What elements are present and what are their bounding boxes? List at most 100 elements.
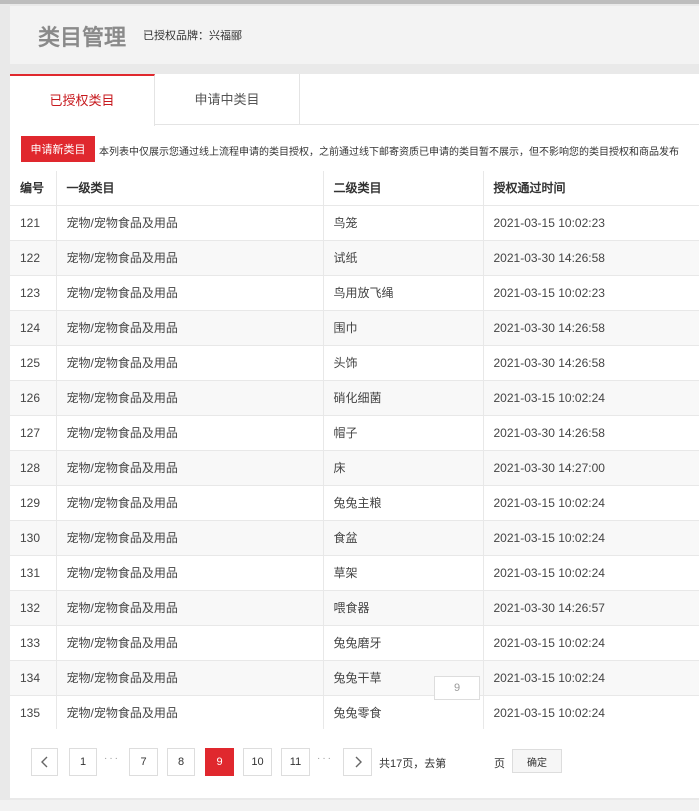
cell-level2: 鸟笼 <box>323 205 484 241</box>
cell-level2: 围巾 <box>323 310 484 346</box>
category-table: 编号 一级类目 二级类目 授权通过时间 121 宠物/宠物食品及用品 鸟笼 2021-… <box>10 171 699 731</box>
table-row: 132 宠物/宠物食品及用品 喂食器 2021-03-30 14:26:57 <box>10 590 699 626</box>
authorized-brand-label: 已授权品牌：兴福郦 <box>143 30 242 42</box>
table-row: 133 宠物/宠物食品及用品 兔兔磨牙 2021-03-15 10:02:24 <box>10 625 699 661</box>
table-row: 126 宠物/宠物食品及用品 硝化细菌 2021-03-15 10:02:24 <box>10 380 699 416</box>
cell-id: 135 <box>10 695 57 731</box>
cell-level2: 草架 <box>323 555 484 591</box>
column-header-id: 编号 <box>10 171 57 206</box>
table-row: 122 宠物/宠物食品及用品 试纸 2021-03-30 14:26:58 <box>10 240 699 276</box>
cell-id: 132 <box>10 590 57 626</box>
cell-level1: 宠物/宠物食品及用品 <box>56 695 324 731</box>
cell-level2: 试纸 <box>323 240 484 276</box>
page-button-7[interactable]: 7 <box>129 748 158 776</box>
table-row: 134 宠物/宠物食品及用品 兔兔干草 2021-03-15 10:02:24 <box>10 660 699 696</box>
pagination-ellipsis: ··· <box>104 753 120 764</box>
column-header-level2: 二级类目 <box>323 171 484 206</box>
table-body: 121 宠物/宠物食品及用品 鸟笼 2021-03-15 10:02:23 122 宠物/… <box>10 205 699 731</box>
cell-time: 2021-03-15 10:02:24 <box>483 660 699 696</box>
cell-level2: 鸟用放飞绳 <box>323 275 484 311</box>
chevron-right-icon <box>355 756 362 768</box>
table-row: 124 宠物/宠物食品及用品 围巾 2021-03-30 14:26:58 <box>10 310 699 346</box>
tab-pending-categories[interactable]: 申请中类目 <box>155 74 300 125</box>
pagination: 1 ··· 7 8 9 10 11 ··· 共17页，去第 页 确定 <box>10 729 699 789</box>
cell-level2: 食盆 <box>323 520 484 556</box>
cell-level1: 宠物/宠物食品及用品 <box>56 310 324 346</box>
cell-time: 2021-03-15 10:02:24 <box>483 625 699 661</box>
goto-page-input[interactable] <box>434 676 480 700</box>
cell-id: 123 <box>10 275 57 311</box>
table-row: 127 宠物/宠物食品及用品 帽子 2021-03-30 14:26:58 <box>10 415 699 451</box>
table-row: 130 宠物/宠物食品及用品 食盆 2021-03-15 10:02:24 <box>10 520 699 556</box>
table-row: 123 宠物/宠物食品及用品 鸟用放飞绳 2021-03-15 10:02:23 <box>10 275 699 311</box>
cell-level1: 宠物/宠物食品及用品 <box>56 450 324 486</box>
cell-time: 2021-03-15 10:02:23 <box>483 205 699 241</box>
cell-time: 2021-03-30 14:26:57 <box>483 590 699 626</box>
cell-level2: 兔兔主粮 <box>323 485 484 521</box>
chevron-left-icon <box>41 756 48 768</box>
table-row: 121 宠物/宠物食品及用品 鸟笼 2021-03-15 10:02:23 <box>10 205 699 241</box>
cell-id: 131 <box>10 555 57 591</box>
top-border <box>0 0 699 4</box>
next-page-button[interactable] <box>343 748 372 776</box>
page-button-1[interactable]: 1 <box>69 748 97 776</box>
cell-time: 2021-03-30 14:27:00 <box>483 450 699 486</box>
cell-level1: 宠物/宠物食品及用品 <box>56 415 324 451</box>
bottom-border <box>0 800 699 811</box>
cell-level2: 兔兔磨牙 <box>323 625 484 661</box>
cell-level1: 宠物/宠物食品及用品 <box>56 555 324 591</box>
toolbar: 申请新类目 本列表中仅展示您通过线上流程申请的类目授权，之前通过线下邮寄资质已申… <box>10 134 699 164</box>
total-pages-text: 共17页，去第 <box>379 758 447 770</box>
pagination-ellipsis: ··· <box>317 753 333 764</box>
cell-id: 128 <box>10 450 57 486</box>
cell-id: 133 <box>10 625 57 661</box>
cell-time: 2021-03-30 14:26:58 <box>483 240 699 276</box>
cell-level2: 兔兔零食 <box>323 695 484 731</box>
cell-level2: 硝化细菌 <box>323 380 484 416</box>
cell-time: 2021-03-15 10:02:23 <box>483 275 699 311</box>
column-header-time: 授权通过时间 <box>483 171 699 206</box>
page-button-8[interactable]: 8 <box>167 748 195 776</box>
page-header: 类目管理 已授权品牌：兴福郦 <box>10 6 699 64</box>
cell-id: 130 <box>10 520 57 556</box>
cell-level2: 床 <box>323 450 484 486</box>
prev-page-button[interactable] <box>31 748 58 776</box>
cell-level2: 喂食器 <box>323 590 484 626</box>
cell-id: 122 <box>10 240 57 276</box>
cell-time: 2021-03-30 14:26:58 <box>483 415 699 451</box>
confirm-goto-button[interactable]: 确定 <box>512 749 562 773</box>
table-row: 129 宠物/宠物食品及用品 兔兔主粮 2021-03-15 10:02:24 <box>10 485 699 521</box>
apply-new-category-button[interactable]: 申请新类目 <box>21 136 95 162</box>
cell-time: 2021-03-15 10:02:24 <box>483 380 699 416</box>
cell-id: 127 <box>10 415 57 451</box>
page-title: 类目管理 <box>38 26 127 51</box>
table-row: 128 宠物/宠物食品及用品床 2021-03-30 14:27:00 <box>10 450 699 486</box>
cell-level1: 宠物/宠物食品及用品 <box>56 520 324 556</box>
page-button-9-current[interactable]: 9 <box>205 748 234 776</box>
cell-level1: 宠物/宠物食品及用品 <box>56 485 324 521</box>
cell-level1: 宠物/宠物食品及用品 <box>56 240 324 276</box>
cell-level1: 宠物/宠物食品及用品 <box>56 275 324 311</box>
table-row: 125 宠物/宠物食品及用品 头饰 2021-03-30 14:26:58 <box>10 345 699 381</box>
cell-time: 2021-03-15 10:02:24 <box>483 520 699 556</box>
cell-level1: 宠物/宠物食品及用品 <box>56 345 324 381</box>
main-panel: 已授权类目 申请中类目 申请新类目 本列表中仅展示您通过线上流程申请的类目授权，… <box>10 74 699 798</box>
tab-authorized-categories[interactable]: 已授权类目 <box>10 74 155 126</box>
cell-level2: 头饰 <box>323 345 484 381</box>
page-button-10[interactable]: 10 <box>243 748 272 776</box>
cell-id: 125 <box>10 345 57 381</box>
cell-time: 2021-03-30 14:26:58 <box>483 345 699 381</box>
cell-time: 2021-03-15 10:02:24 <box>483 695 699 731</box>
table-header-row: 编号 一级类目 二级类目 授权通过时间 <box>10 171 699 206</box>
page-button-11[interactable]: 11 <box>281 748 310 776</box>
cell-time: 2021-03-30 14:26:58 <box>483 310 699 346</box>
cell-level1: 宠物/宠物食品及用品 <box>56 590 324 626</box>
cell-id: 124 <box>10 310 57 346</box>
tab-bar: 已授权类目 申请中类目 <box>10 74 699 126</box>
cell-id: 129 <box>10 485 57 521</box>
cell-level1: 宠物/宠物食品及用品 <box>56 660 324 696</box>
cell-time: 2021-03-15 10:02:24 <box>483 555 699 591</box>
cell-id: 134 <box>10 660 57 696</box>
cell-level1: 宠物/宠物食品及用品 <box>56 625 324 661</box>
table-row: 131 宠物/宠物食品及用品 草架 2021-03-15 10:02:24 <box>10 555 699 591</box>
